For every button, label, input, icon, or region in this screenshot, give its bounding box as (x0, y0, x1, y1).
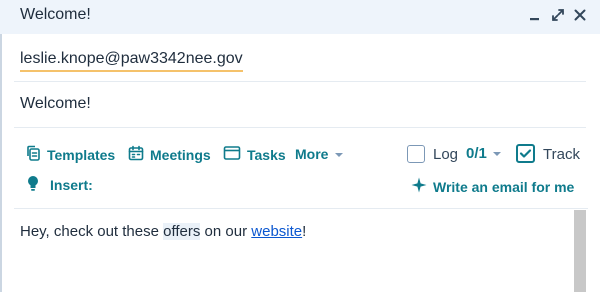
panel-left-edge (0, 34, 2, 292)
templates-button[interactable]: Templates (25, 145, 115, 164)
write-email-ai-button[interactable]: Write an email for me (411, 177, 574, 196)
log-count-dropdown[interactable]: 0/1 (466, 145, 502, 162)
meetings-button[interactable]: Meetings (128, 145, 211, 164)
meetings-label: Meetings (150, 146, 211, 163)
track-label: Track (543, 146, 580, 163)
log-checkbox[interactable] (407, 145, 425, 163)
calendar-icon (128, 145, 144, 164)
log-count: 0/1 (466, 145, 487, 162)
sparkle-icon (411, 177, 427, 196)
window-title: Welcome! (20, 6, 91, 23)
body-text-middle: on our (200, 223, 252, 240)
recipient-field[interactable]: leslie.knope@paw3342nee.gov (20, 48, 243, 72)
write-email-ai-label: Write an email for me (433, 178, 575, 195)
tasks-label: Tasks (247, 146, 286, 163)
templates-icon (25, 145, 41, 164)
tasks-button[interactable]: Tasks (223, 145, 286, 164)
log-label: Log (433, 146, 459, 163)
body-highlight: offers (163, 223, 201, 240)
more-label: More (295, 146, 329, 162)
divider (14, 81, 586, 82)
tasks-icon (223, 145, 241, 164)
track-checkbox[interactable] (516, 144, 535, 163)
lightbulb-icon (26, 175, 40, 195)
close-icon[interactable] (573, 7, 587, 23)
body-text-before: Hey, check out these (20, 223, 164, 240)
minimize-icon[interactable] (528, 7, 542, 23)
divider (14, 127, 586, 128)
caret-down-icon (492, 145, 502, 162)
insert-button[interactable]: Insert: (26, 175, 93, 195)
templates-label: Templates (47, 146, 116, 163)
subject-field[interactable]: Welcome! (20, 94, 91, 114)
email-body[interactable]: Hey, check out these offers on our websi… (20, 223, 306, 240)
title-bar: Welcome! (0, 0, 600, 34)
caret-down-icon (334, 146, 344, 162)
checkmark-icon (519, 149, 532, 158)
body-text-after: ! (302, 223, 307, 240)
divider (14, 208, 588, 209)
scrollbar[interactable] (574, 210, 586, 292)
more-dropdown[interactable]: More (295, 146, 344, 162)
insert-label: Insert: (50, 177, 93, 193)
expand-icon[interactable] (551, 7, 565, 23)
website-link[interactable]: website (251, 223, 302, 240)
